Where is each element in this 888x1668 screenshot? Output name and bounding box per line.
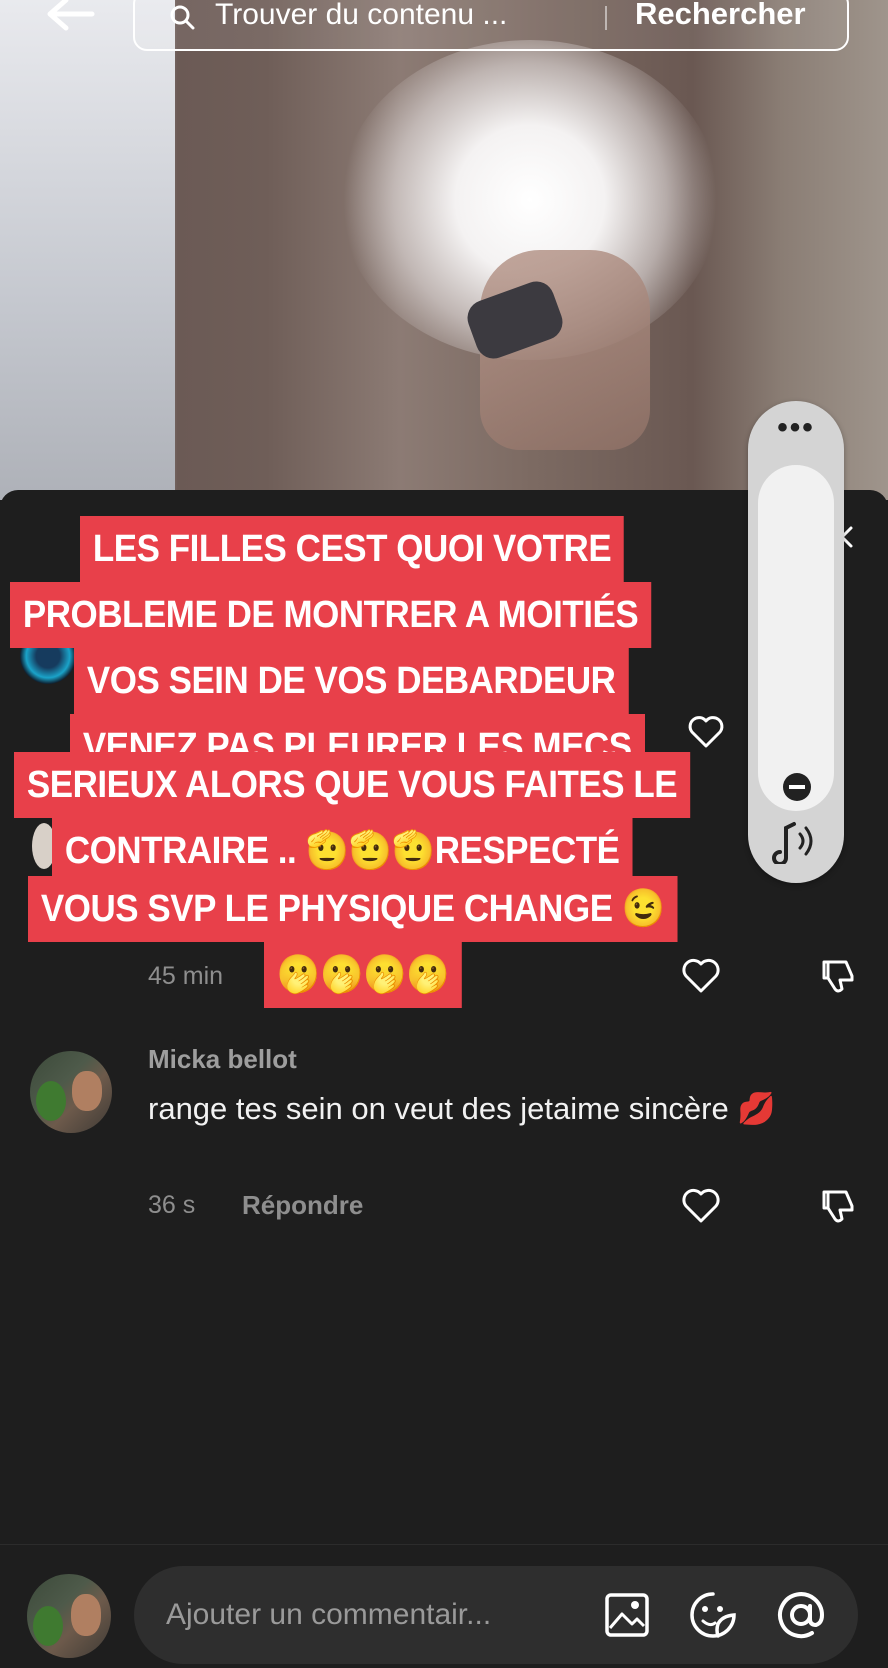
- heart-icon[interactable]: [686, 712, 726, 752]
- overlay-caption-line: PROBLEME DE MONTRER A MOITIÉS: [10, 582, 652, 648]
- more-options-button[interactable]: •••: [748, 411, 844, 445]
- heart-icon[interactable]: [681, 956, 721, 996]
- comment-input[interactable]: Ajouter un commentair...: [134, 1566, 858, 1664]
- comment-time: 45 min: [148, 962, 224, 990]
- heart-icon[interactable]: [681, 1186, 721, 1226]
- emoji-icon[interactable]: [688, 1590, 738, 1640]
- commenter-avatar[interactable]: [30, 1051, 112, 1133]
- overlay-caption-line: 🫢🫢🫢🫢: [264, 942, 463, 1008]
- image-icon[interactable]: [604, 1592, 650, 1638]
- search-icon: [170, 5, 195, 30]
- avatar-leaf: [33, 1606, 63, 1646]
- avatar-leaf: [36, 1081, 66, 1121]
- back-arrow-icon: [47, 0, 95, 31]
- comment-placeholder[interactable]: Ajouter un commentair...: [166, 1598, 491, 1632]
- back-button[interactable]: [44, 0, 96, 32]
- speaker-icon[interactable]: [770, 818, 822, 864]
- comment-text: range tes sein on veut des jetaime sincè…: [148, 1091, 776, 1126]
- dislike-icon[interactable]: [816, 956, 856, 996]
- volume-minus-icon[interactable]: [782, 772, 812, 802]
- comment-author[interactable]: Micka bellot: [148, 1044, 297, 1075]
- volume-widget[interactable]: •••: [748, 401, 844, 883]
- avatar-face: [71, 1594, 101, 1636]
- overlay-caption-line: CONTRAIRE .. 🫡🫡🫡RESPECTÉ: [52, 818, 633, 884]
- volume-slider[interactable]: [758, 465, 834, 811]
- search-button[interactable]: Rechercher: [635, 0, 806, 32]
- overlay-caption-line: VOS SEIN DE VOS DEBARDEUR: [74, 648, 629, 714]
- search-bar[interactable]: Trouver du contenu ... Rechercher: [133, 0, 849, 51]
- mention-icon[interactable]: [776, 1590, 826, 1640]
- window-light: [0, 0, 175, 500]
- search-divider: [605, 6, 607, 30]
- search-input[interactable]: Trouver du contenu ...: [215, 0, 507, 32]
- my-avatar: [27, 1574, 111, 1658]
- comment-time: 36 s: [148, 1191, 196, 1219]
- overlay-caption-line: VOUS SVP LE PHYSIQUE CHANGE 😉: [28, 876, 678, 942]
- overlay-caption-line: SERIEUX ALORS QUE VOUS FAITES LE: [14, 752, 691, 818]
- composer-divider: [0, 1544, 888, 1545]
- reply-button[interactable]: Répondre: [242, 1190, 363, 1221]
- avatar-face: [72, 1071, 102, 1111]
- dislike-icon[interactable]: [816, 1186, 856, 1226]
- overlay-caption-line: LES FILLES CEST QUOI VOTRE: [80, 516, 625, 582]
